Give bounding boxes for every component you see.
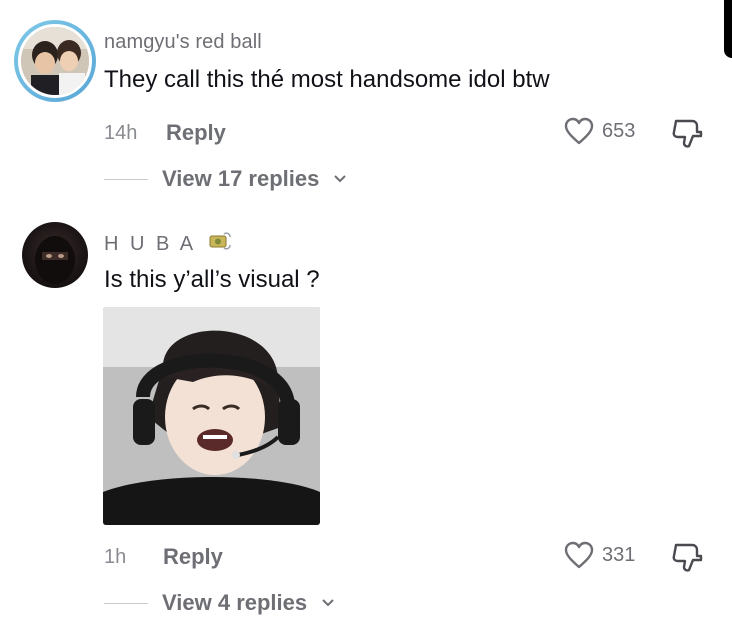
heart-icon bbox=[564, 117, 594, 145]
view-replies-button[interactable]: View 4 replies bbox=[104, 590, 335, 616]
avatar-photo-icon bbox=[21, 27, 89, 95]
view-replies-label: View 4 replies bbox=[162, 590, 308, 615]
heart-icon bbox=[564, 541, 594, 569]
comment-timestamp: 14h bbox=[104, 122, 138, 144]
comment-username[interactable]: H U B A bbox=[104, 230, 232, 256]
avatar-photo-icon bbox=[35, 236, 75, 284]
chevron-down-icon bbox=[322, 599, 334, 607]
like-button[interactable]: 331 bbox=[564, 541, 635, 569]
like-count: 331 bbox=[602, 543, 636, 566]
avatar-image bbox=[18, 24, 92, 98]
money-with-wings-icon bbox=[209, 232, 231, 250]
view-replies-label: View 17 replies bbox=[162, 166, 320, 191]
divider-line bbox=[104, 602, 148, 604]
chevron-down-icon bbox=[334, 175, 347, 183]
view-replies-button[interactable]: View 17 replies bbox=[104, 166, 347, 192]
avatar[interactable] bbox=[14, 20, 96, 102]
like-button[interactable]: 653 bbox=[564, 117, 635, 145]
comment-text: They call this thé most handsome idol bt… bbox=[104, 66, 550, 93]
edge-mark bbox=[724, 0, 732, 58]
thumbs-down-icon[interactable] bbox=[670, 541, 704, 573]
thumbs-down-icon[interactable] bbox=[670, 117, 704, 149]
comment-photo-icon bbox=[103, 307, 320, 525]
avatar[interactable] bbox=[22, 222, 88, 288]
comment-image[interactable] bbox=[103, 307, 320, 525]
comment-timestamp: 1h bbox=[104, 546, 127, 568]
comment-text: Is this y’all’s visual ? bbox=[104, 266, 320, 293]
like-count: 653 bbox=[602, 119, 636, 142]
reply-button[interactable]: Reply bbox=[163, 544, 223, 570]
username-text: H U B A bbox=[104, 233, 196, 255]
reply-button[interactable]: Reply bbox=[166, 120, 226, 146]
comment-username[interactable]: namgyu's red ball bbox=[104, 31, 262, 54]
divider-line bbox=[104, 178, 148, 180]
